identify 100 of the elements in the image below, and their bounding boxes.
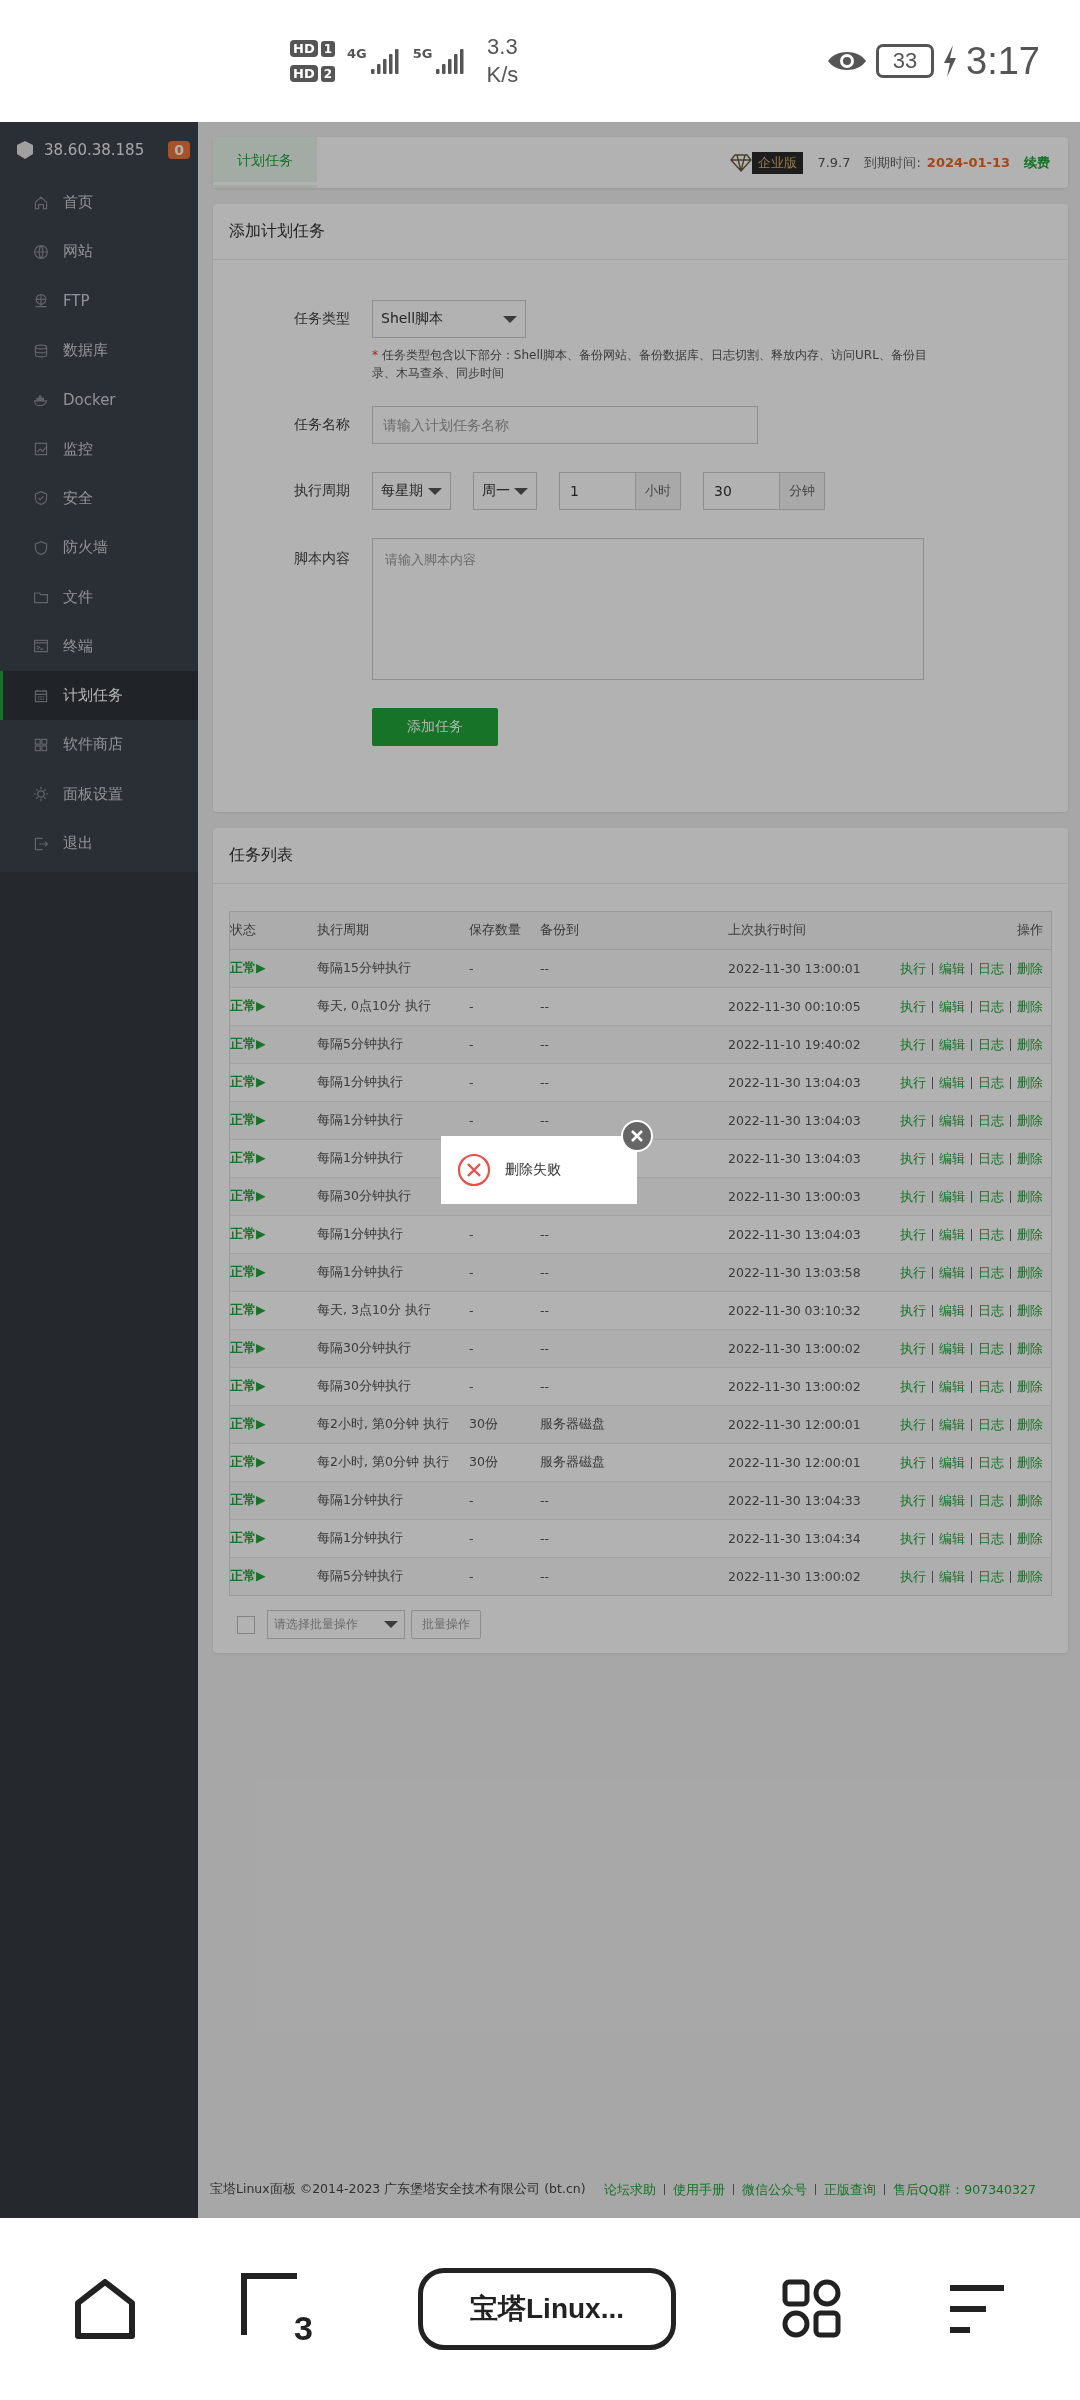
action-link[interactable]: 执行 <box>894 1153 932 1165</box>
minute-field[interactable]: 30 <box>703 472 780 510</box>
action-link[interactable]: 执行 <box>894 1343 932 1355</box>
action-link[interactable]: 执行 <box>894 1001 932 1013</box>
action-link[interactable]: 删除 <box>1010 1229 1043 1241</box>
status-link[interactable]: 正常▶ <box>230 998 266 1013</box>
action-link[interactable]: 编辑 <box>932 1115 971 1127</box>
action-link[interactable]: 日志 <box>971 1001 1010 1013</box>
sidebar-item[interactable]: 网站 <box>0 227 198 277</box>
action-link[interactable]: 执行 <box>894 1305 932 1317</box>
status-link[interactable]: 正常▶ <box>230 1226 266 1241</box>
action-link[interactable]: 执行 <box>894 1115 932 1127</box>
action-link[interactable]: 编辑 <box>932 1153 971 1165</box>
status-link[interactable]: 正常▶ <box>230 1454 266 1469</box>
action-link[interactable]: 删除 <box>1010 1115 1043 1127</box>
status-link[interactable]: 正常▶ <box>230 1492 266 1507</box>
action-link[interactable]: 日志 <box>971 1419 1010 1431</box>
action-link[interactable]: 编辑 <box>932 1419 971 1431</box>
status-link[interactable]: 正常▶ <box>230 1188 266 1203</box>
menu-icon[interactable] <box>948 2284 1006 2334</box>
checkbox[interactable] <box>237 1615 255 1634</box>
action-link[interactable]: 删除 <box>1010 1305 1043 1317</box>
action-link[interactable]: 执行 <box>894 1419 932 1431</box>
batch-select[interactable]: 请选择批量操作 <box>267 1610 405 1639</box>
action-link[interactable]: 编辑 <box>932 1533 971 1545</box>
status-link[interactable]: 正常▶ <box>230 1568 266 1583</box>
sidebar-item[interactable]: 软件商店 <box>0 720 198 770</box>
status-link[interactable]: 正常▶ <box>230 1530 266 1545</box>
close-icon[interactable] <box>621 1120 653 1152</box>
action-link[interactable]: 执行 <box>894 1533 932 1545</box>
action-link[interactable]: 删除 <box>1010 1267 1043 1279</box>
task-type-select[interactable]: Shell脚本 <box>372 300 526 338</box>
action-link[interactable]: 执行 <box>894 1229 932 1241</box>
action-link[interactable]: 编辑 <box>932 1077 971 1089</box>
action-link[interactable]: 执行 <box>894 1191 932 1203</box>
sidebar-item[interactable]: 退出 <box>0 818 198 869</box>
action-link[interactable]: 执行 <box>894 1571 932 1583</box>
apps-grid-icon[interactable] <box>781 2278 843 2340</box>
action-link[interactable]: 编辑 <box>932 1343 971 1355</box>
sidebar-item[interactable]: 首页 <box>0 178 198 228</box>
tab[interactable]: 计划任务 <box>213 137 317 188</box>
action-link[interactable]: 删除 <box>1010 1153 1043 1165</box>
action-link[interactable]: 编辑 <box>932 1495 971 1507</box>
action-link[interactable]: 日志 <box>971 1533 1010 1545</box>
task-name-field[interactable]: 请输入计划任务名称 <box>372 406 758 444</box>
status-link[interactable]: 正常▶ <box>230 1264 266 1279</box>
app-switcher-button[interactable]: 宝塔Linux... <box>418 2268 676 2350</box>
action-link[interactable]: 编辑 <box>932 1381 971 1393</box>
weekday-select[interactable]: 周一 <box>473 472 537 510</box>
action-link[interactable]: 执行 <box>894 1267 932 1279</box>
action-link[interactable]: 日志 <box>971 1115 1010 1127</box>
action-link[interactable]: 日志 <box>971 1267 1010 1279</box>
sidebar-item[interactable]: 监控 <box>0 424 198 474</box>
footer-link[interactable]: 正版查询 <box>814 2183 884 2195</box>
hour-field[interactable]: 1 <box>559 472 636 510</box>
action-link[interactable]: 删除 <box>1010 1077 1043 1089</box>
add-task-button[interactable]: 添加任务 <box>372 708 498 746</box>
sidebar-item[interactable]: 数据库 <box>0 325 198 376</box>
action-link[interactable]: 删除 <box>1010 1381 1043 1393</box>
action-link[interactable]: 日志 <box>971 1229 1010 1241</box>
footer-link[interactable]: 售后QQ群：907340327 <box>883 2183 1044 2195</box>
action-link[interactable]: 删除 <box>1010 1191 1043 1203</box>
sidebar-item[interactable]: 文件 <box>0 572 198 622</box>
action-link[interactable]: 编辑 <box>932 1305 971 1317</box>
action-link[interactable]: 编辑 <box>932 1571 971 1583</box>
action-link[interactable]: 日志 <box>971 1077 1010 1089</box>
action-link[interactable]: 日志 <box>971 1153 1010 1165</box>
status-link[interactable]: 正常▶ <box>230 1378 266 1393</box>
action-link[interactable]: 编辑 <box>932 1039 971 1051</box>
action-link[interactable]: 日志 <box>971 1457 1010 1469</box>
sidebar-item[interactable]: 计划任务 <box>0 670 198 721</box>
action-link[interactable]: 编辑 <box>932 1267 971 1279</box>
action-link[interactable]: 执行 <box>894 1039 932 1051</box>
action-link[interactable]: 日志 <box>971 1305 1010 1317</box>
period-select[interactable]: 每星期 <box>372 472 451 510</box>
action-link[interactable]: 日志 <box>971 1381 1010 1393</box>
status-link[interactable]: 正常▶ <box>230 1036 266 1051</box>
status-link[interactable]: 正常▶ <box>230 1340 266 1355</box>
sidebar-item[interactable]: 防火墙 <box>0 523 198 573</box>
action-link[interactable]: 执行 <box>894 1495 932 1507</box>
action-link[interactable]: 执行 <box>894 1077 932 1089</box>
action-link[interactable]: 删除 <box>1010 1571 1043 1583</box>
action-link[interactable]: 删除 <box>1010 1343 1043 1355</box>
action-link[interactable]: 执行 <box>894 963 932 975</box>
action-link[interactable]: 删除 <box>1010 1039 1043 1051</box>
batch-button[interactable]: 批量操作 <box>411 1610 481 1639</box>
status-link[interactable]: 正常▶ <box>230 1112 266 1127</box>
action-link[interactable]: 删除 <box>1010 1533 1043 1545</box>
sidebar-item[interactable]: 终端 <box>0 621 198 671</box>
action-link[interactable]: 删除 <box>1010 1419 1043 1431</box>
sidebar-item[interactable]: FTP <box>0 276 198 326</box>
footer-link[interactable]: 使用手册 <box>663 2183 733 2195</box>
action-link[interactable]: 日志 <box>971 1039 1010 1051</box>
home-icon[interactable] <box>74 2279 136 2339</box>
action-link[interactable]: 编辑 <box>932 1191 971 1203</box>
sidebar-item[interactable]: Docker <box>0 375 198 425</box>
action-link[interactable]: 执行 <box>894 1381 932 1393</box>
action-link[interactable]: 删除 <box>1010 1457 1043 1469</box>
action-link[interactable]: 日志 <box>971 1495 1010 1507</box>
action-link[interactable]: 删除 <box>1010 963 1043 975</box>
